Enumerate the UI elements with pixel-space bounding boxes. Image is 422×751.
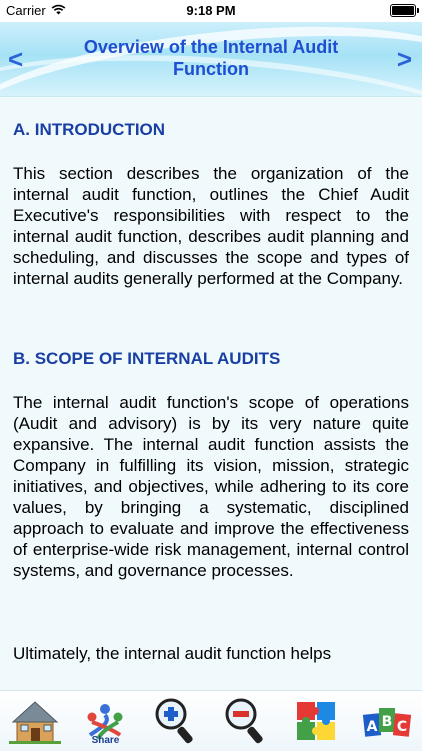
chevron-left-icon[interactable]: < xyxy=(8,46,23,72)
section-heading-scope: B. SCOPE OF INTERNAL AUDITS xyxy=(13,349,281,368)
zoom-out-button[interactable] xyxy=(215,692,277,750)
svg-text:A: A xyxy=(366,719,377,735)
puzzle-icon xyxy=(297,702,336,740)
home-button[interactable] xyxy=(4,692,66,750)
svg-text:B: B xyxy=(381,714,392,730)
content-scroll-area[interactable]: A. INTRODUCTION This section describes t… xyxy=(0,96,422,691)
section-body-continuation: Ultimately, the internal audit function … xyxy=(13,644,332,663)
section-body-introduction: This section describes the organization … xyxy=(13,164,409,288)
status-bar: Carrier 9:18 PM xyxy=(0,0,422,22)
section-heading-introduction: A. INTRODUCTION xyxy=(13,120,166,139)
header-banner: < Overview of the Internal Audit Functio… xyxy=(0,22,422,96)
share-button[interactable]: Share xyxy=(74,692,136,750)
status-right xyxy=(390,4,419,17)
page-title: Overview of the Internal Audit Function xyxy=(83,37,339,79)
battery-icon xyxy=(390,4,419,17)
abc-button[interactable]: A B C xyxy=(356,692,418,750)
house-icon xyxy=(9,701,62,744)
zoom-in-button[interactable] xyxy=(145,692,207,750)
zoom-out-icon xyxy=(225,698,263,744)
content-body: A. INTRODUCTION This section describes t… xyxy=(0,97,422,664)
section-body-scope: The internal audit function's scope of o… xyxy=(13,393,409,580)
svg-text:C: C xyxy=(397,719,407,735)
abc-blocks-icon: A B C xyxy=(362,708,411,737)
status-time: 9:18 PM xyxy=(186,3,236,18)
zoom-in-icon xyxy=(155,698,193,744)
chevron-right-icon[interactable]: > xyxy=(397,46,412,72)
puzzle-button[interactable] xyxy=(285,692,347,750)
share-label: Share xyxy=(91,735,120,746)
bottom-toolbar: Share A B C xyxy=(0,690,422,751)
